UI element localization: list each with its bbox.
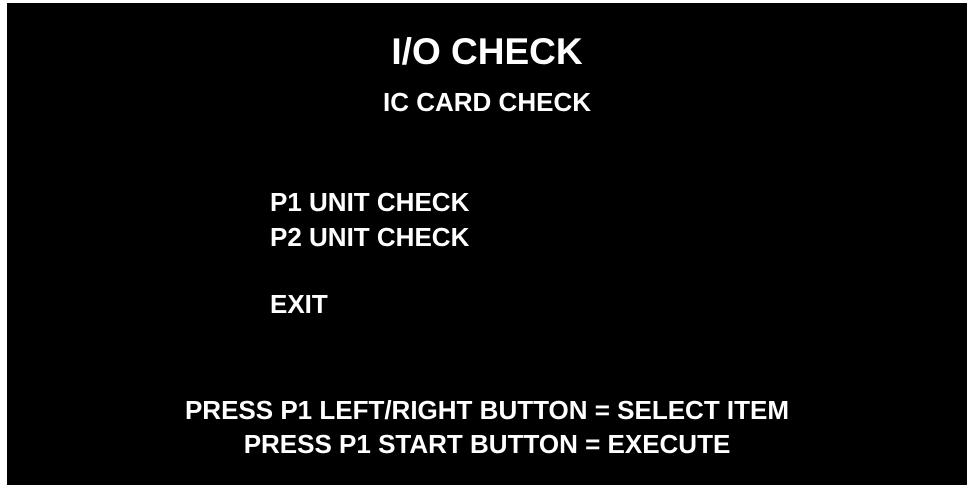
instruction-execute: PRESS P1 START BUTTON = EXECUTE <box>243 429 731 459</box>
menu-item-p1-unit-check[interactable]: P1 UNIT CHECK <box>270 187 469 218</box>
page-title: I/O CHECK <box>391 31 583 72</box>
instruction-select: PRESS P1 LEFT/RIGHT BUTTON = SELECT ITEM <box>184 395 790 425</box>
page-subtitle: IC CARD CHECK <box>383 87 591 117</box>
menu-item-exit[interactable]: EXIT <box>270 289 328 320</box>
test-menu-screen: I/O CHECK IC CARD CHECK P1 UNIT CHECK P2… <box>7 3 967 485</box>
menu-item-p2-unit-check[interactable]: P2 UNIT CHECK <box>270 222 469 253</box>
